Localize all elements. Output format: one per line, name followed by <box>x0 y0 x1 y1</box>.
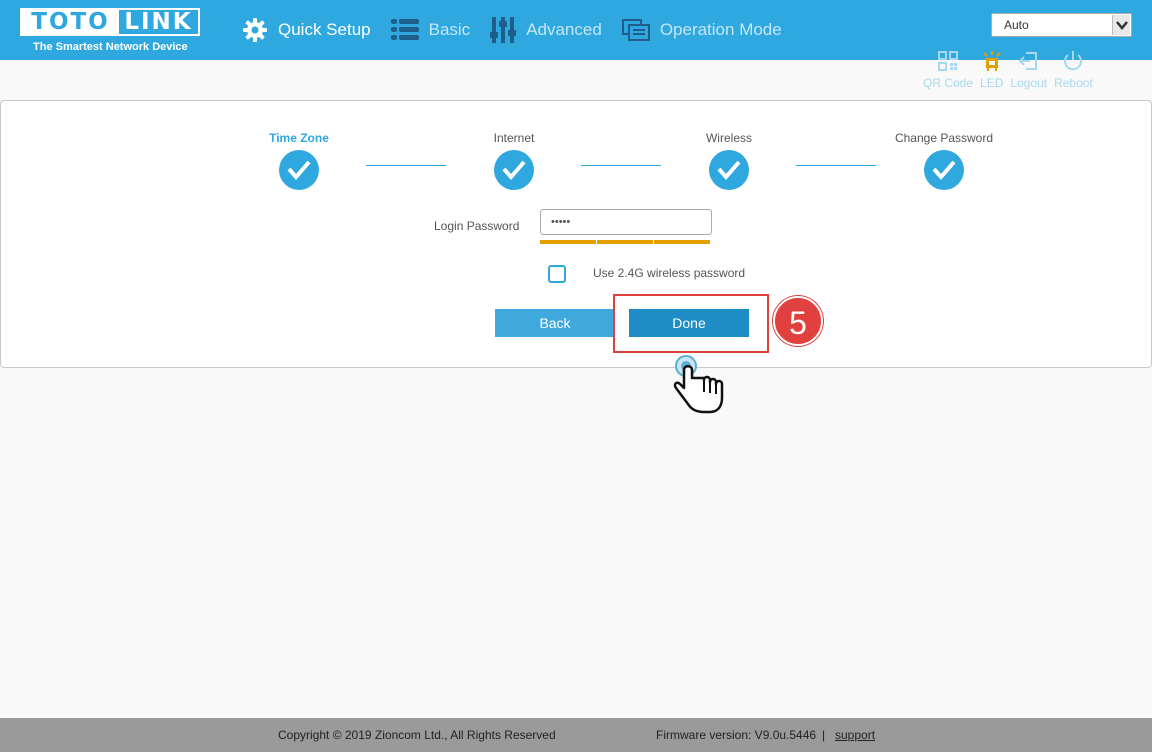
nav-label: Operation Mode <box>659 20 782 39</box>
step-number-badge: 5 <box>773 296 823 346</box>
nav-operation-mode[interactable]: Operation Mode <box>621 18 782 42</box>
strength-bar <box>654 240 710 244</box>
step-label: Time Zone <box>269 131 329 145</box>
logout-icon <box>1018 50 1040 76</box>
step-label: Internet <box>493 131 535 145</box>
sliders-icon <box>490 16 517 44</box>
list-icon <box>390 18 419 42</box>
tool-label: Reboot <box>1054 76 1093 90</box>
firmware-version: Firmware version: V9.0u.5446 <box>656 728 817 742</box>
back-button[interactable]: Back <box>495 309 615 337</box>
support-link[interactable]: support <box>835 728 875 742</box>
led-icon <box>981 50 1003 76</box>
led-button[interactable]: LED <box>980 50 1003 90</box>
reboot-button[interactable]: Reboot <box>1054 50 1093 90</box>
logo-wordmark: TOTO LINK <box>20 8 200 36</box>
login-password-label: Login Password <box>434 219 520 233</box>
header-tools: QR Code LED Logout Reboot <box>923 50 1100 90</box>
check-icon <box>709 150 749 190</box>
power-icon <box>1062 50 1084 76</box>
language-select[interactable]: Auto <box>991 13 1132 37</box>
main-nav: Quick Setup Basic Advanced Operation Mod… <box>242 0 802 60</box>
step-label: Wireless <box>705 131 752 145</box>
strength-bar <box>597 240 653 244</box>
step-connector <box>366 165 446 166</box>
hand-pointer-icon <box>672 352 728 423</box>
nav-label: Quick Setup <box>278 20 371 39</box>
logo-tagline: The Smartest Network Device <box>33 41 188 53</box>
copyright-text: Copyright © 2019 Zioncom Ltd., All Right… <box>278 728 556 742</box>
check-icon <box>494 150 534 190</box>
operation-mode-icon <box>621 18 650 42</box>
footer-separator: | <box>822 728 826 742</box>
step-connector <box>796 165 876 166</box>
qr-code-button[interactable]: QR Code <box>923 50 973 90</box>
logo-link: LINK <box>124 9 193 35</box>
logout-button[interactable]: Logout <box>1010 50 1047 90</box>
check-icon <box>279 150 319 190</box>
use-wireless-password-label: Use 2.4G wireless password <box>593 266 746 280</box>
login-password-input[interactable]: ••••• <box>540 209 712 235</box>
step-wireless[interactable]: Wireless <box>669 131 789 190</box>
step-change-password[interactable]: Change Password <box>884 131 1004 190</box>
footer: Copyright © 2019 Zioncom Ltd., All Right… <box>0 718 1152 752</box>
nav-label: Advanced <box>526 20 602 39</box>
done-highlight-box <box>613 294 769 353</box>
password-strength-meter <box>540 240 711 244</box>
strength-bar <box>540 240 596 244</box>
language-select-value: Auto <box>1004 18 1029 32</box>
qr-code-icon <box>937 50 959 76</box>
chevron-down-icon[interactable] <box>1112 15 1130 35</box>
tool-label: Logout <box>1010 76 1048 90</box>
quick-setup-panel: Time Zone Internet Wireless Change Passw… <box>0 100 1152 368</box>
totolink-logo[interactable]: TOTO LINK The Smartest Network Device <box>20 8 200 56</box>
logo-toto: TOTO <box>22 10 119 34</box>
nav-quick-setup[interactable]: Quick Setup <box>242 17 371 43</box>
check-icon <box>924 150 964 190</box>
step-label: Change Password <box>894 131 994 145</box>
nav-label: Basic <box>428 20 471 39</box>
gear-icon <box>242 17 268 43</box>
step-connector <box>581 165 661 166</box>
step-internet[interactable]: Internet <box>454 131 574 190</box>
tool-label: LED <box>980 76 1004 90</box>
tool-label: QR Code <box>923 76 974 90</box>
step-time-zone[interactable]: Time Zone <box>239 131 359 190</box>
nav-advanced[interactable]: Advanced <box>490 16 602 44</box>
nav-basic[interactable]: Basic <box>390 18 471 42</box>
use-wireless-password-checkbox[interactable] <box>548 265 566 283</box>
